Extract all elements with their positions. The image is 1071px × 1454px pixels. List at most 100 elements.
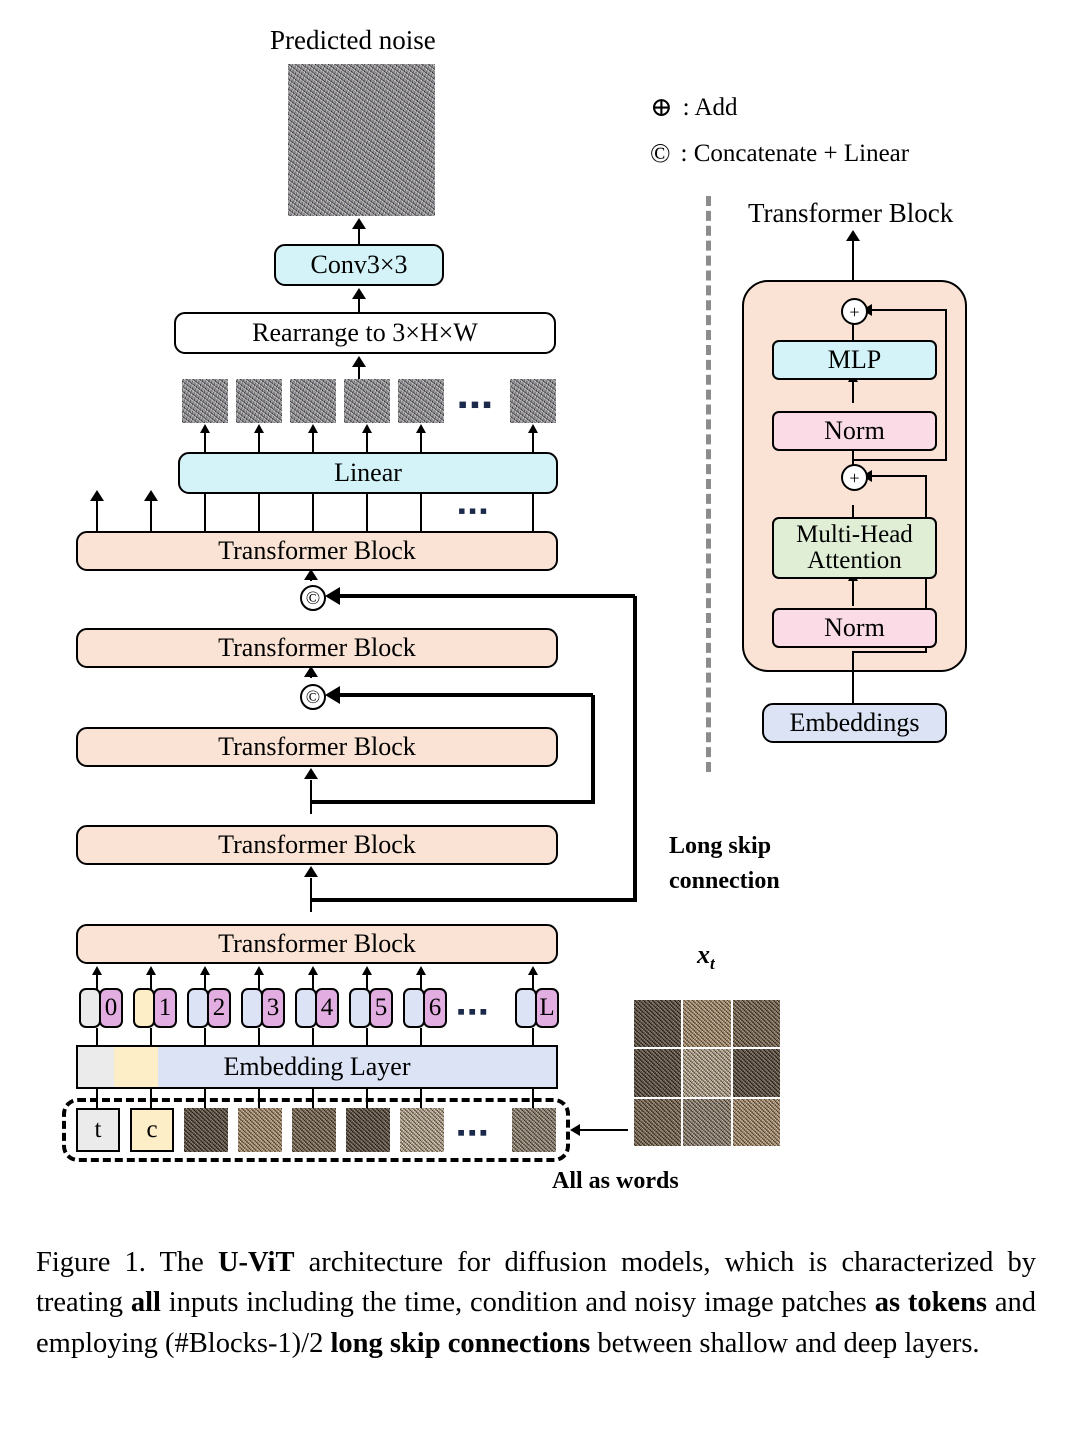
linear-block[interactable]: Linear [178, 452, 558, 494]
output-patch [182, 379, 228, 423]
legend-add: ⊕ : Add [650, 92, 738, 123]
embeddings-block[interactable]: Embeddings [762, 703, 947, 743]
token-left-half-L [515, 988, 537, 1028]
xt-patch-2-0 [634, 1098, 682, 1146]
linear-out-head [307, 424, 318, 433]
token-arrow-head [253, 966, 264, 975]
skip-outer-arrowhead [325, 587, 340, 605]
arrow-conv-to-noise-head [352, 218, 366, 229]
tb1-line [420, 494, 423, 532]
residual-upper-vertical [945, 311, 948, 461]
tb1-line [258, 494, 261, 532]
norm-block-upper[interactable]: Norm [772, 411, 937, 451]
output-patch [510, 379, 556, 423]
mha-label-line1: Multi-Head [796, 520, 913, 548]
emb-line [366, 1028, 369, 1046]
linear-out-head [253, 424, 264, 433]
concat-operator-1[interactable]: © [300, 585, 326, 611]
multi-head-attention-block[interactable]: Multi-Head Attention [772, 517, 937, 579]
mlp-block[interactable]: MLP [772, 340, 937, 380]
caption-part-1: Figure 1. The [36, 1247, 218, 1278]
tb5-to-tb4-line [310, 878, 313, 912]
token-left-half-6 [403, 988, 425, 1028]
emb-line [204, 1028, 207, 1046]
token-arrow-head [415, 966, 426, 975]
xt-label-subscript: t [710, 954, 715, 974]
token-left-half-5 [349, 988, 371, 1028]
skip-inner-horizontal-top [340, 693, 593, 697]
linear-out-line [312, 432, 315, 454]
embedding-layer-block[interactable]: Embedding Layer [76, 1045, 558, 1089]
tb1-line [312, 494, 315, 532]
xt-patch-2-2 [732, 1098, 780, 1146]
input-token-t[interactable]: t [76, 1108, 120, 1152]
arrow-rearrange-to-conv-head [352, 288, 366, 299]
xt-patch-2-1 [683, 1098, 731, 1146]
residual-upper-horizontal-bottom [852, 459, 947, 462]
output-patch [236, 379, 282, 423]
concat-operator-2[interactable]: © [300, 684, 326, 710]
add-operator-upper[interactable]: + [841, 298, 868, 325]
rearrange-block[interactable]: Rearrange to 3×H×W [174, 312, 556, 354]
tb1-free-arrow-line-c [150, 500, 153, 532]
panel-divider [706, 196, 711, 772]
residual-lower-horizontal-top [872, 475, 927, 478]
linear-out-line [258, 432, 261, 454]
tb1-free-arrow-head-c [144, 490, 158, 501]
legend-concat-label: : Concatenate + Linear [680, 139, 910, 167]
emb-line [150, 1028, 153, 1046]
token-left-half-2 [187, 988, 209, 1028]
token-index-1[interactable]: 1 [153, 988, 177, 1028]
concat1-to-tb1-head [304, 569, 318, 580]
norm-block-lower[interactable]: Norm [772, 608, 937, 648]
input-image-patch [400, 1108, 444, 1152]
xt-patch-1-1 [683, 1049, 731, 1097]
xt-patch-1-2 [732, 1049, 780, 1097]
transformer-block-1[interactable]: Transformer Block [76, 531, 558, 571]
token-index-4[interactable]: 4 [315, 988, 339, 1028]
output-patch [398, 379, 444, 423]
add-operator-lower[interactable]: + [841, 464, 868, 491]
linear-out-line [204, 432, 207, 454]
token-index-6[interactable]: 6 [423, 988, 447, 1028]
token-index-0[interactable]: 0 [99, 988, 123, 1028]
tb5-to-tb4-head [304, 866, 318, 877]
input-image-patch [238, 1108, 282, 1152]
linear-out-line [532, 432, 535, 454]
transformer-block-5[interactable]: Transformer Block [76, 924, 558, 964]
xt-to-input-head [570, 1124, 580, 1136]
transformer-block-3[interactable]: Transformer Block [76, 727, 558, 767]
skip-outer-horizontal-bottom [310, 898, 637, 902]
emb-line [96, 1028, 99, 1046]
tb-detail-output-head [846, 230, 860, 241]
linear-out-line [366, 432, 369, 454]
token-index-2[interactable]: 2 [207, 988, 231, 1028]
input-image-patch [346, 1108, 390, 1152]
token-left-half-4 [295, 988, 317, 1028]
tb1-free-arrow-line-t [96, 500, 99, 532]
output-patch-ellipsis: ▪▪▪ [458, 390, 495, 419]
token-arrow-head [527, 966, 538, 975]
xt-label-base: x [697, 940, 710, 969]
legend-concat: © : Concatenate + Linear [650, 138, 909, 169]
xt-patch-0-2 [732, 1000, 780, 1048]
transformer-block-4[interactable]: Transformer Block [76, 825, 558, 865]
embedding-layer-label: Embedding Layer [223, 1052, 411, 1081]
long-skip-label-line2: connection [669, 868, 780, 894]
xt-patch-1-0 [634, 1049, 682, 1097]
token-index-3[interactable]: 3 [261, 988, 285, 1028]
transformer-block-2[interactable]: Transformer Block [76, 628, 558, 668]
conv3x3-block[interactable]: Conv3×3 [274, 244, 444, 286]
token-arrow-head [91, 966, 102, 975]
token-arrow-head [307, 966, 318, 975]
token-index-5[interactable]: 5 [369, 988, 393, 1028]
token-index-L[interactable]: L [535, 988, 559, 1028]
figure-caption: Figure 1. The U-ViT architecture for dif… [36, 1243, 1036, 1364]
output-patch [290, 379, 336, 423]
input-token-c[interactable]: c [130, 1108, 174, 1152]
tb4-to-tb3-head [304, 768, 318, 779]
concat-icon: © [650, 138, 671, 168]
predicted-noise-label: Predicted noise [270, 25, 436, 55]
caption-bold-as-tokens: as tokens [874, 1287, 988, 1319]
add-icon: ⊕ [650, 92, 673, 122]
